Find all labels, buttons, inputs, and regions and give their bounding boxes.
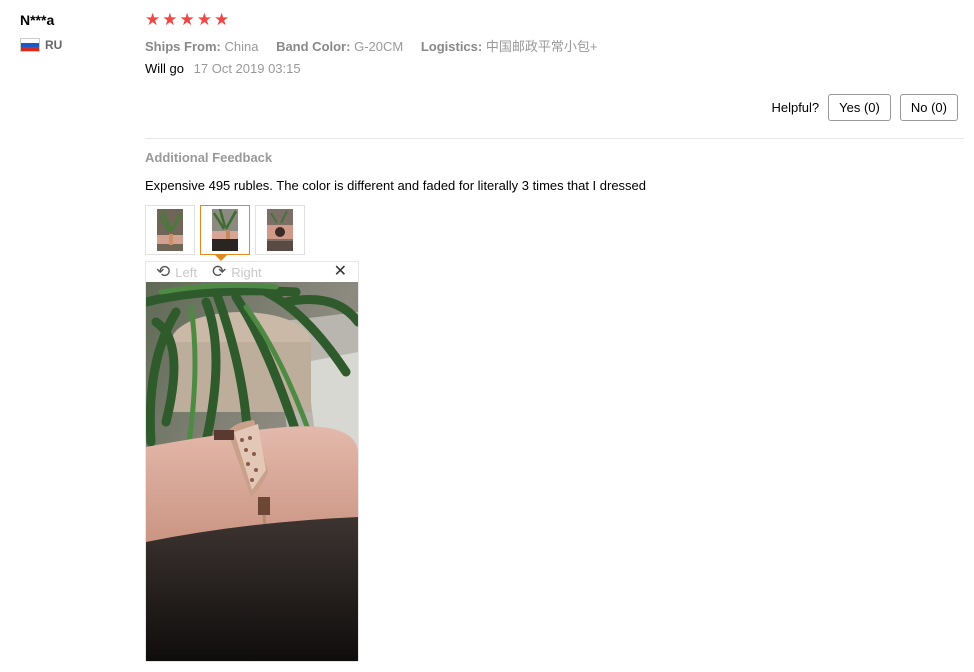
- helpful-yes-button[interactable]: Yes (0): [828, 94, 891, 121]
- star-icon: ★: [214, 10, 230, 29]
- review-body: Will go 17 Oct 2019 03:15: [145, 61, 301, 76]
- helpful-label: Helpful?: [771, 100, 820, 115]
- additional-feedback-text: Expensive 495 rubles. The color is diffe…: [145, 178, 647, 193]
- reviewer-name: N***a: [20, 12, 55, 28]
- rotate-left-icon: ⟲: [156, 262, 171, 281]
- photo-thumbnail[interactable]: [255, 205, 305, 255]
- photo-viewer: ⟲ Left ⟳ Right ✕: [145, 261, 359, 662]
- review-photo: [146, 282, 358, 661]
- star-icon: ★: [179, 10, 195, 29]
- photo-thumbnail-active[interactable]: [200, 205, 250, 255]
- rotate-left-button[interactable]: ⟲ Left: [156, 263, 197, 281]
- attr-band-color: Band Color: G-20CM: [276, 39, 404, 54]
- star-icon: ★: [162, 10, 178, 29]
- star-rating: ★ ★ ★ ★ ★: [145, 11, 229, 29]
- review-item: N***a RU ★ ★ ★ ★ ★ Ships From: China Ban…: [0, 0, 974, 672]
- order-attributes: Ships From: China Band Color: G-20CM Log…: [145, 36, 611, 55]
- photo-thumbnail[interactable]: [145, 205, 195, 255]
- review-text: Will go: [145, 61, 185, 76]
- star-icon: ★: [145, 10, 161, 29]
- viewer-toolbar: ⟲ Left ⟳ Right ✕: [146, 262, 358, 283]
- photo-thumbnails: [145, 205, 305, 255]
- helpful-no-button[interactable]: No (0): [899, 94, 958, 121]
- country-code: RU: [45, 38, 63, 52]
- reviewer-country: RU: [20, 38, 62, 52]
- helpful-vote: Helpful? Yes (0) No (0): [771, 94, 958, 121]
- russia-flag-icon: [20, 38, 40, 52]
- review-date: 17 Oct 2019 03:15: [193, 61, 301, 76]
- rotate-right-button[interactable]: ⟳ Right: [212, 263, 262, 281]
- attr-ships-from: Ships From: China: [145, 39, 259, 54]
- divider: [145, 138, 964, 139]
- rotate-right-icon: ⟳: [212, 262, 227, 281]
- star-icon: ★: [196, 10, 212, 29]
- attr-logistics: Logistics: 中国邮政平常小包+: [420, 39, 598, 54]
- additional-feedback-title: Additional Feedback: [145, 150, 273, 165]
- close-icon[interactable]: ✕: [334, 263, 347, 281]
